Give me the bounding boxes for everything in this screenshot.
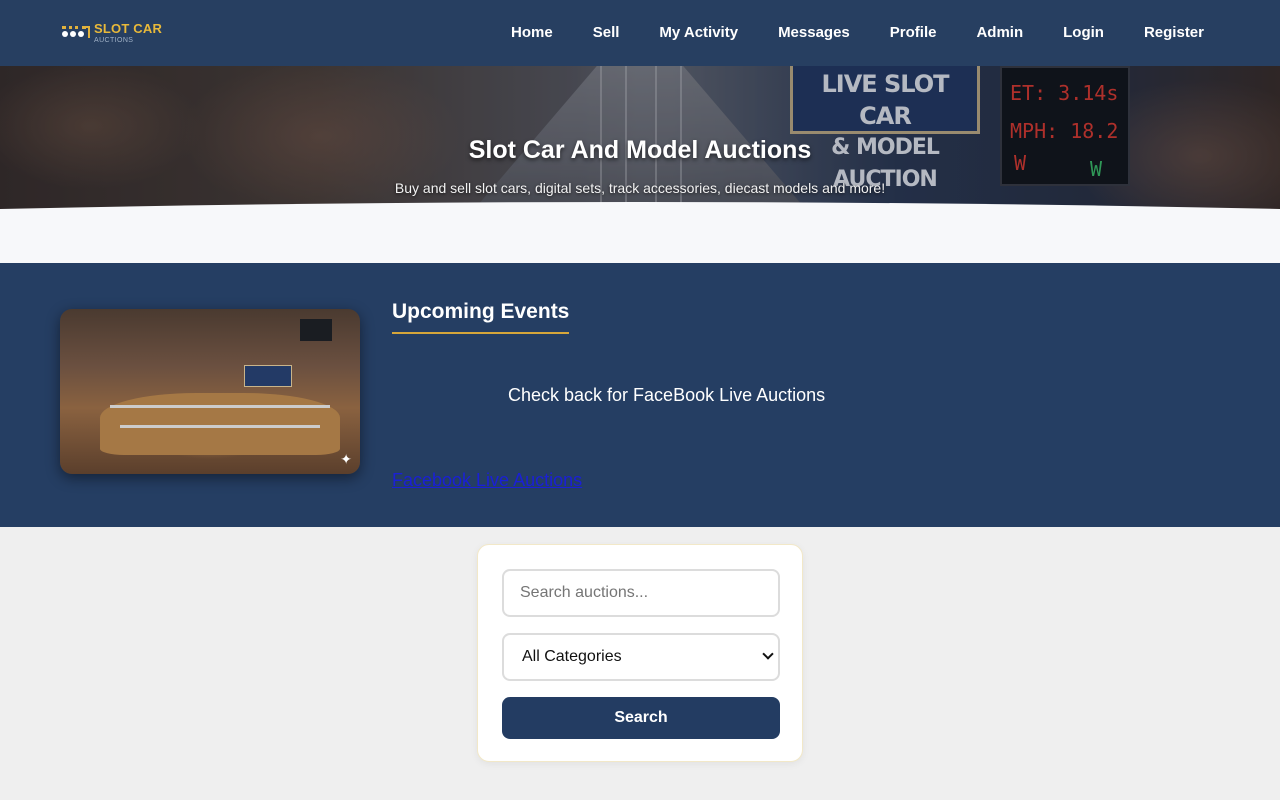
facebook-live-link[interactable]: Facebook Live Auctions — [392, 470, 582, 491]
nav-login[interactable]: Login — [1043, 0, 1124, 66]
sparkle-icon: ✦ — [340, 451, 352, 467]
events-title: Upcoming Events — [392, 300, 570, 334]
chevron-down-icon — [762, 648, 774, 660]
hero-title: Slot Car And Model Auctions — [468, 136, 812, 164]
hero-wave-divider — [0, 202, 1280, 263]
nav-register[interactable]: Register — [1124, 0, 1220, 66]
search-card: All Categories Search — [477, 544, 803, 762]
nav-sell[interactable]: Sell — [573, 0, 640, 66]
hero-subtitle: Buy and sell slot cars, digital sets, tr… — [394, 180, 886, 196]
category-select[interactable]: All Categories — [502, 633, 780, 681]
events-note: Check back for FaceBook Live Auctions — [508, 385, 826, 405]
main-nav: Home Sell My Activity Messages Profile A… — [491, 0, 1220, 66]
search-section: All Categories Search — [0, 527, 1280, 800]
nav-profile[interactable]: Profile — [870, 0, 957, 66]
nav-my-activity[interactable]: My Activity — [639, 0, 758, 66]
live-auction-image: ✦ — [60, 309, 360, 474]
logo-name: SLOT CAR — [94, 21, 163, 36]
category-selected-value: All Categories — [522, 648, 622, 665]
search-input[interactable] — [502, 569, 780, 617]
nav-home[interactable]: Home — [491, 0, 573, 66]
search-button[interactable]: Search — [502, 697, 780, 739]
upcoming-events-section: ✦ Upcoming Events Check back for FaceBoo… — [0, 263, 1280, 527]
slot-car-logo-icon — [62, 24, 90, 42]
site-logo[interactable]: SLOT CAR AUCTIONS — [62, 22, 162, 44]
nav-admin[interactable]: Admin — [956, 0, 1043, 66]
top-navbar: SLOT CAR AUCTIONS Home Sell My Activity … — [0, 0, 1280, 66]
nav-messages[interactable]: Messages — [758, 0, 870, 66]
logo-tagline: AUCTIONS — [94, 37, 134, 44]
